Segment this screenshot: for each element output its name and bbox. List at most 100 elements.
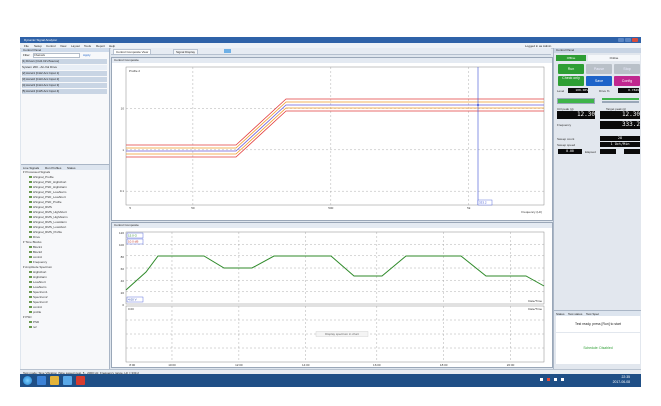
tree-item[interactable]: Drive xyxy=(29,235,40,239)
drive-bar-track xyxy=(602,101,639,103)
tray-icon[interactable] xyxy=(554,378,557,381)
sweep-count-label: Sweep count xyxy=(557,137,575,141)
cursor-label: 333.2 xyxy=(479,201,487,205)
y-tick-label: 40 xyxy=(121,279,125,283)
signal-icon xyxy=(29,286,32,289)
tree-item[interactable]: PSD xyxy=(29,320,39,324)
x-tick-label: 500 xyxy=(328,206,333,210)
tab-online[interactable]: Online xyxy=(588,55,640,61)
signal-icon xyxy=(29,216,32,219)
y-tick-label: 120 xyxy=(119,231,124,235)
save-button[interactable]: Save xyxy=(586,76,612,86)
stop-button[interactable]: Stop xyxy=(614,64,640,74)
signal-icon xyxy=(29,196,32,199)
tree-item[interactable]: LowAlarm xyxy=(29,285,46,289)
level-value: 100.00% xyxy=(568,88,588,93)
signal-icon xyxy=(29,296,32,299)
tree-item[interactable]: profile xyxy=(29,310,41,314)
right-control-panel: Control Panel Offline Online Run Pause S… xyxy=(553,48,641,369)
tree-item[interactable]: HSignal_RMS_LowAbort xyxy=(29,225,66,229)
filter-apply-button[interactable]: Apply xyxy=(83,53,91,57)
y-tick-label: 0.1 xyxy=(120,189,125,193)
x-axis-label: Frequency (Hz) xyxy=(521,210,542,214)
tree-item[interactable]: Spectrum1 xyxy=(29,290,48,294)
x-tick-label: 50 xyxy=(191,206,195,210)
tree-item[interactable]: Spectrum2 xyxy=(29,295,48,299)
elapsed-label: Elapsed xyxy=(585,150,596,154)
schedule-status: Schedule: Disabled xyxy=(556,333,640,364)
maximize-button[interactable] xyxy=(625,38,631,42)
close-button[interactable] xyxy=(632,38,638,42)
tree-item[interactable]: HSignal_RMS_HighAbort xyxy=(29,210,67,214)
pause-button[interactable]: Pause xyxy=(586,64,612,74)
level-bar xyxy=(557,98,595,104)
minimize-button[interactable] xyxy=(618,38,624,42)
start-button-icon[interactable] xyxy=(23,376,32,385)
signal-icon xyxy=(29,206,32,209)
check-only-button[interactable]: Check only xyxy=(558,76,584,86)
channel-row[interactable]: System 200 - Air-Vol Drive xyxy=(22,65,107,70)
drive-label: Drive % xyxy=(599,89,610,93)
tree-item[interactable]: HSignal_RMS_HighAlarm xyxy=(29,215,68,219)
tree-item[interactable]: HighAlarm xyxy=(29,275,47,279)
tree-item[interactable]: HSignal_PSD_LowAbort xyxy=(29,195,66,199)
left-panel: Control Panel Filter Channels Apply [1] … xyxy=(21,48,110,369)
tree-item[interactable]: HighAbort xyxy=(29,270,46,274)
readout-box xyxy=(600,149,616,154)
tree-item[interactable]: Spectrum3 xyxy=(29,300,48,304)
channel-row[interactable]: [5] Accel4 [CH5 Acc Input 4] xyxy=(22,89,107,94)
tab-offline[interactable]: Offline xyxy=(556,55,586,61)
analyzer-app-icon[interactable] xyxy=(63,376,72,385)
clock-time[interactable]: 22:35 xyxy=(590,375,631,379)
tree-item[interactable]: HSignal_Profile xyxy=(29,175,54,179)
tree-item[interactable]: Frequency xyxy=(29,260,47,264)
x-tick-label: 5 xyxy=(129,206,131,210)
folder-app-icon[interactable] xyxy=(50,376,59,385)
tree-item[interactable]: Block1 xyxy=(29,245,42,249)
tree-folder[interactable]: ▾ Processed Signals xyxy=(23,170,50,174)
tree-folder[interactable]: ▾ Time Blocks xyxy=(23,240,42,244)
tray-icon[interactable] xyxy=(561,378,564,381)
tray-icon[interactable] xyxy=(540,378,543,381)
run-button[interactable]: Run xyxy=(558,64,584,74)
add-tab-icon[interactable] xyxy=(224,49,231,53)
tree-folder[interactable]: ▾ PSD xyxy=(23,315,32,319)
config-button[interactable]: Config xyxy=(614,76,640,86)
time-chart[interactable]: 15.0 G 10.0 dB 4.00 V 120 100 80 60 40 20 0 Date/T… xyxy=(112,228,552,367)
lower-readout: 4.00 V xyxy=(128,298,137,302)
signal-icon xyxy=(29,291,32,294)
tree-folder[interactable]: ▾ Amplitude Spectrum xyxy=(23,265,52,269)
tree-item[interactable]: HSignal_PSD_LowAlarm xyxy=(29,190,66,194)
channel-row[interactable]: [2] Accel1 [CH2 Acc Input 1] xyxy=(22,71,107,76)
tree-item[interactable]: control xyxy=(29,255,42,259)
browser-app-icon[interactable] xyxy=(37,376,46,385)
y-tick-label: 100 xyxy=(119,243,124,247)
tree-item[interactable]: HSignal_PSD_HighAlarm xyxy=(29,185,67,189)
tree-item[interactable]: LowAbort xyxy=(29,280,46,284)
tree-item[interactable]: ref xyxy=(29,325,37,329)
tab-signal-display[interactable]: Signal Display xyxy=(173,49,199,54)
pdf-app-icon[interactable] xyxy=(76,376,85,385)
filter-input[interactable]: Channels xyxy=(33,53,80,58)
filter-label: Filter xyxy=(23,53,30,57)
tree-item[interactable]: HSignal_PSD_Profile xyxy=(29,200,62,204)
tree-item[interactable]: HSignal_PSD_HighAbort xyxy=(29,180,66,184)
signal-icon xyxy=(29,311,32,314)
tree-item[interactable]: HSignal_RMS_Profile xyxy=(29,230,62,234)
signal-icon xyxy=(29,186,32,189)
tray-icon[interactable] xyxy=(547,378,550,381)
tree-item[interactable]: Block2 xyxy=(29,250,42,254)
signal-icon xyxy=(29,191,32,194)
clock-date[interactable]: 2017-06-08 xyxy=(590,380,630,384)
tree-item[interactable]: HSignal_RMS xyxy=(29,205,52,209)
tree-item[interactable]: control xyxy=(29,305,42,309)
x-tick-label: 12:00 xyxy=(235,363,243,367)
x-tick-label: 5k xyxy=(467,206,471,210)
channel-row[interactable]: [1] Drive1 [CH1 Drv/Source] xyxy=(22,59,107,64)
tab-control-composite[interactable]: Control Composite View xyxy=(113,49,152,54)
channel-row[interactable]: [3] Accel2 [CH3 Acc Input 2] xyxy=(22,77,107,82)
channel-row[interactable]: [4] Accel3 [CH4 Acc Input 3] xyxy=(22,83,107,88)
profile-chart[interactable]: 333.2 Profile 2 10 1 0.1 5 50 500 5k Frequency (H… xyxy=(112,63,552,220)
tree-item[interactable]: HSignal_RMS_LowAlarm xyxy=(29,220,67,224)
target-peak-value: 12.30 xyxy=(600,111,640,119)
